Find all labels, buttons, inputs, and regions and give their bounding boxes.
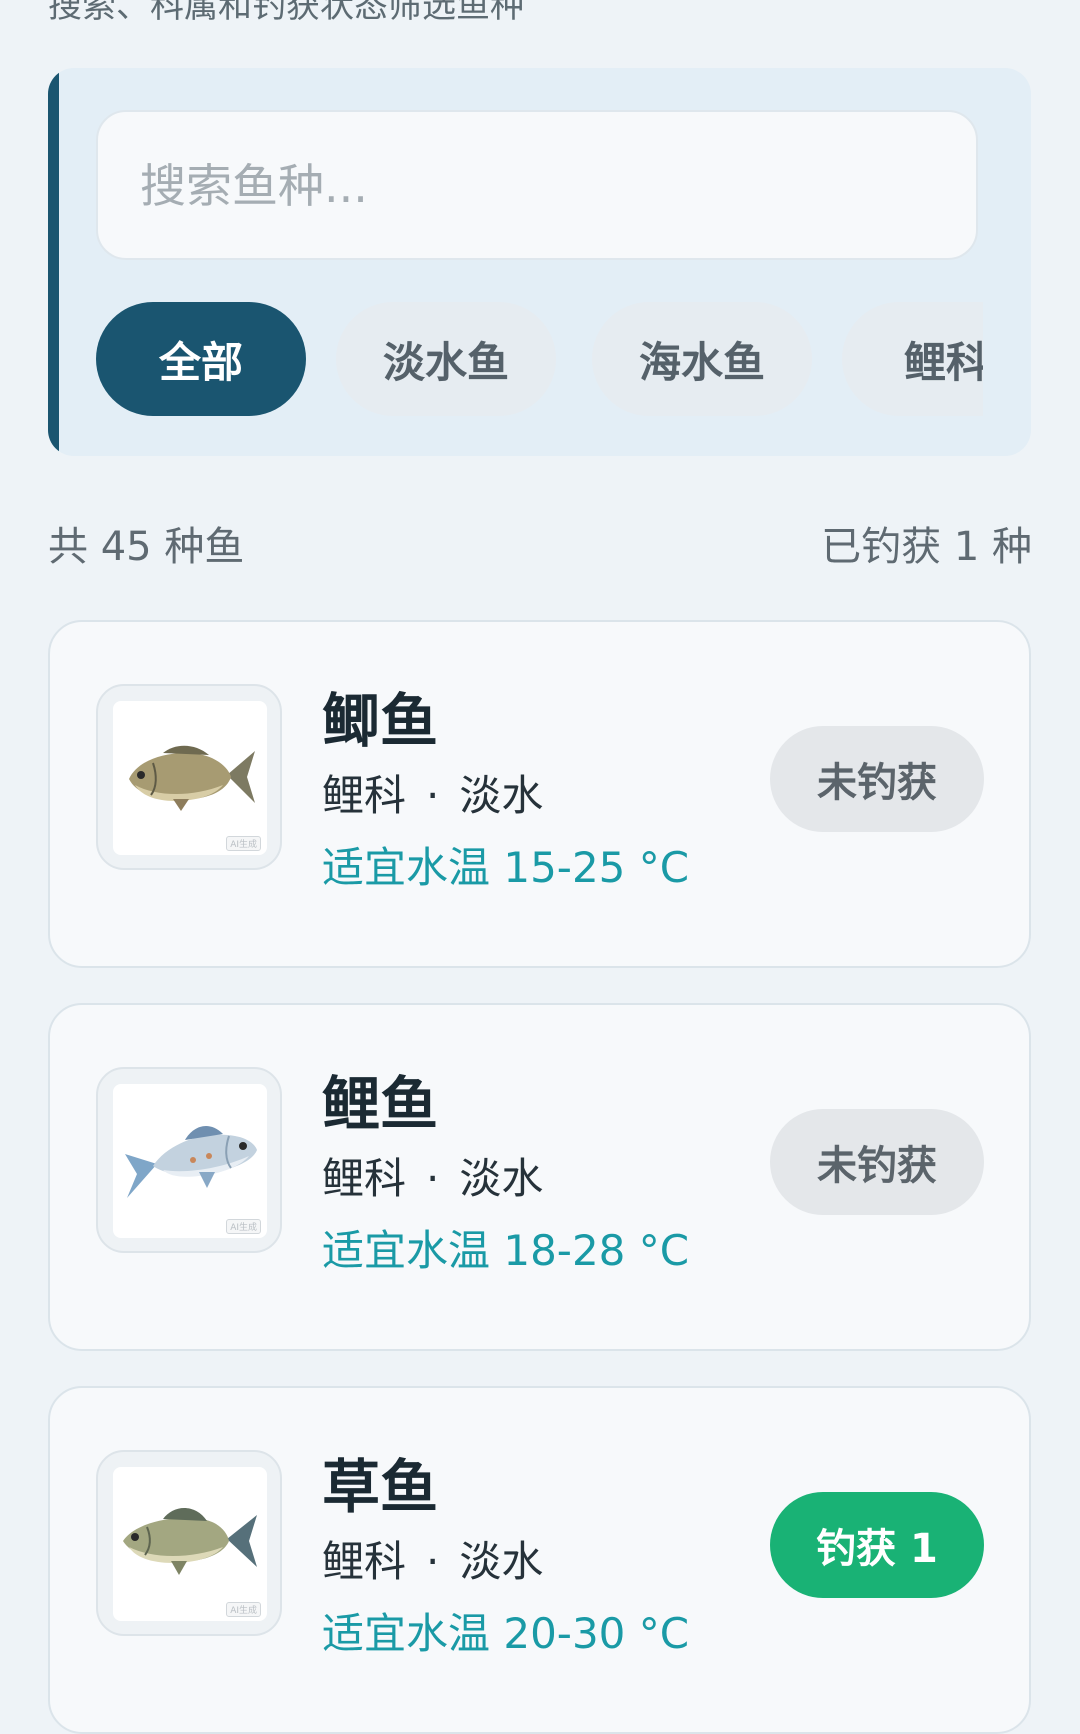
fish-family: 鲤科 <box>322 1537 407 1586</box>
fish-name: 草鱼 <box>322 1453 439 1521</box>
fish-temperature: 适宜水温 15-25 °C <box>322 843 690 892</box>
fish-card[interactable]: AI生成 草鱼 鲤科 · 淡水 适宜水温 20-30 °C 钓获 1 <box>48 1386 1031 1734</box>
fish-thumbnail: AI生成 <box>96 684 282 870</box>
catch-status-button[interactable]: 钓获 1 <box>770 1492 984 1598</box>
ai-watermark: AI生成 <box>226 836 261 851</box>
panel-accent-bar <box>48 68 59 456</box>
grass-carp-image <box>123 1508 257 1575</box>
fish-family: 鲤科 <box>322 1154 407 1203</box>
filter-chip-freshwater[interactable]: 淡水鱼 <box>336 302 556 416</box>
carp-image <box>125 1126 257 1198</box>
filter-chips: 全部 淡水鱼 海水鱼 鲤科 <box>96 302 983 420</box>
filter-chip-all[interactable]: 全部 <box>96 302 306 416</box>
fish-water-type: 淡水 <box>459 1537 544 1586</box>
fish-name: 鲤鱼 <box>322 1070 439 1138</box>
crucian-carp-image <box>129 745 255 811</box>
fish-card[interactable]: AI生成 鲤鱼 鲤科 · 淡水 适宜水温 18-28 °C 未钓获 <box>48 1003 1031 1351</box>
fish-card[interactable]: AI生成 鲫鱼 鲤科 · 淡水 适宜水温 15-25 °C 未钓获 <box>48 620 1031 968</box>
filter-panel: 全部 淡水鱼 海水鱼 鲤科 <box>48 68 1031 456</box>
fish-meta: 鲤科 · 淡水 <box>322 1537 544 1586</box>
filter-chip-saltwater[interactable]: 海水鱼 <box>592 302 812 416</box>
fish-thumbnail: AI生成 <box>96 1450 282 1636</box>
fish-thumbnail: AI生成 <box>96 1067 282 1253</box>
fish-meta: 鲤科 · 淡水 <box>322 1154 544 1203</box>
fish-water-type: 淡水 <box>459 771 544 820</box>
total-count: 共 45 种鱼 <box>48 524 245 570</box>
page-subtitle: 搜索、科属和钓获状态筛选鱼种 <box>48 0 524 26</box>
fish-water-type: 淡水 <box>459 1154 544 1203</box>
ai-watermark: AI生成 <box>226 1602 261 1617</box>
filter-chip-carp-family[interactable]: 鲤科 <box>842 302 983 416</box>
catch-status-button[interactable]: 未钓获 <box>770 1109 984 1215</box>
fish-temperature: 适宜水温 20-30 °C <box>322 1609 690 1658</box>
caught-count: 已钓获 1 种 <box>821 524 1032 570</box>
fish-family: 鲤科 <box>322 771 407 820</box>
search-box[interactable] <box>96 110 978 260</box>
fish-name: 鲫鱼 <box>322 687 439 755</box>
fish-temperature: 适宜水温 18-28 °C <box>322 1226 690 1275</box>
catch-status-button[interactable]: 未钓获 <box>770 726 984 832</box>
ai-watermark: AI生成 <box>226 1219 261 1234</box>
search-input[interactable] <box>138 112 922 260</box>
fish-meta: 鲤科 · 淡水 <box>322 771 544 820</box>
